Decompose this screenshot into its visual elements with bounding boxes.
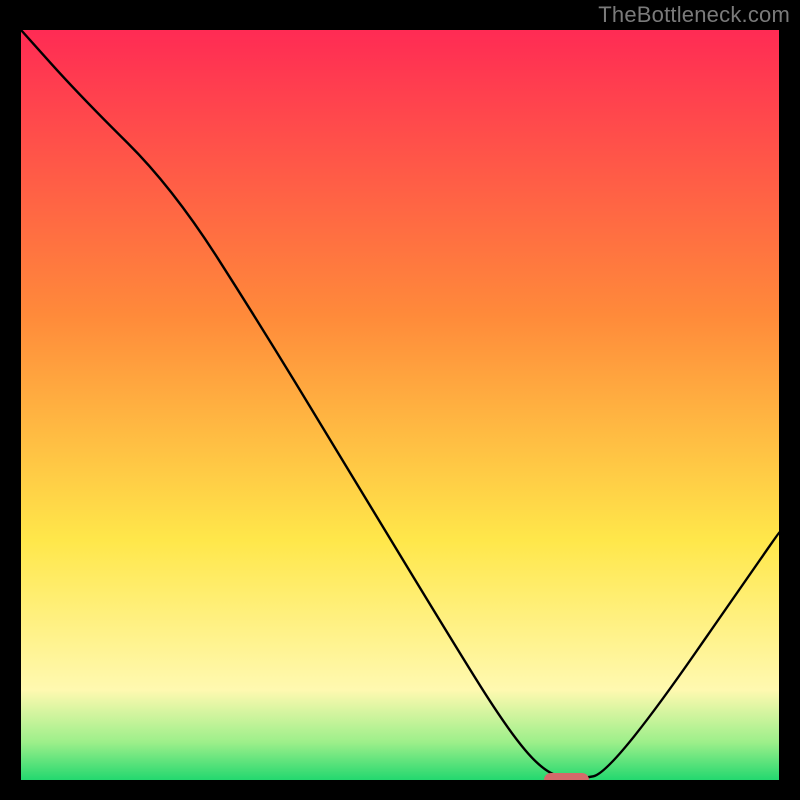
- plot-area: [21, 30, 779, 780]
- watermark-text: TheBottleneck.com: [598, 2, 790, 28]
- gradient-background: [21, 30, 779, 780]
- plot-svg: [21, 30, 779, 780]
- optimal-marker: [544, 773, 589, 780]
- chart-frame: TheBottleneck.com: [0, 0, 800, 800]
